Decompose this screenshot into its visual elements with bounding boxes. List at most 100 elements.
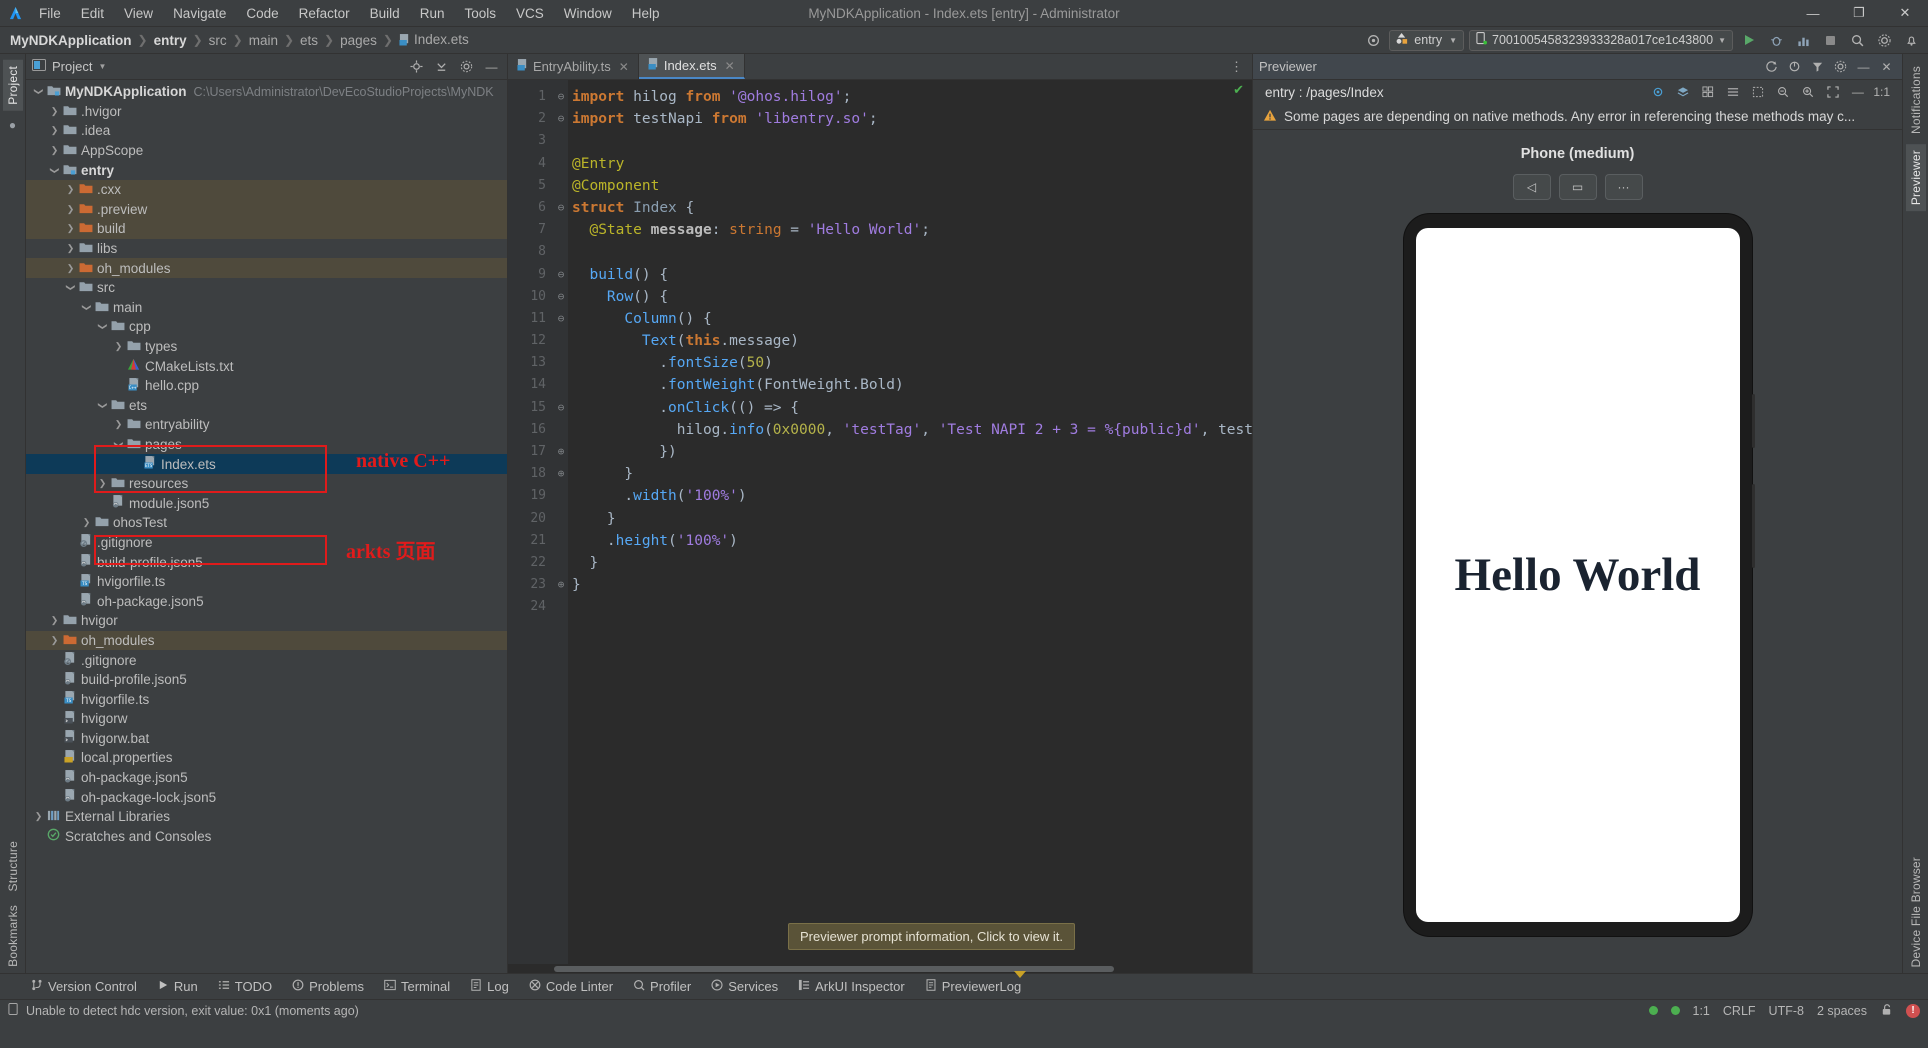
chevron-right-icon[interactable]: ❯ <box>64 263 77 274</box>
bottom-tool-bar[interactable]: Version Control Run TODO Problems Terminal Lo… <box>0 971 1928 999</box>
select-icon[interactable] <box>1748 83 1767 102</box>
chevron-right-icon[interactable]: ❯ <box>96 478 109 489</box>
list-icon[interactable] <box>1723 83 1742 102</box>
sidebar-tab-previewer[interactable]: Previewer <box>1905 143 1926 212</box>
tree-item-hvigorfile-ts[interactable]: TS hvigorfile.ts <box>26 572 507 592</box>
sidebar-tab-bookmarks[interactable]: Bookmarks <box>3 899 23 973</box>
zoom-in-icon[interactable] <box>1798 83 1817 102</box>
menu-item-help[interactable]: Help <box>623 3 669 24</box>
close-icon[interactable]: ✕ <box>725 59 735 73</box>
code-line[interactable]: } <box>568 508 1252 530</box>
code-line[interactable]: } <box>568 463 1252 485</box>
menu-item-view[interactable]: View <box>115 3 162 24</box>
chevron-right-icon[interactable]: ❯ <box>48 635 61 646</box>
layers-icon[interactable] <box>1673 83 1692 102</box>
chevron-down-icon[interactable]: ❯ <box>65 281 76 294</box>
chevron-down-icon[interactable]: ❯ <box>33 85 44 98</box>
bottom-tab-run[interactable]: Run <box>148 977 207 996</box>
tree-item--cxx[interactable]: ❯ .cxx <box>26 179 507 200</box>
minimize-icon[interactable]: — <box>1854 57 1873 76</box>
chevron-down-icon[interactable]: ❯ <box>49 164 60 177</box>
bottom-tab-arkui-inspector[interactable]: ArkUI Inspector <box>789 977 914 996</box>
sidebar-tab-structure[interactable]: Structure <box>3 835 23 898</box>
breadcrumb-project[interactable]: MyNDKApplication <box>6 32 136 49</box>
more-button[interactable]: ··· <box>1604 174 1643 200</box>
tree-item-oh-modules[interactable]: ❯ oh_modules <box>26 258 507 278</box>
code-line[interactable]: build() { <box>568 264 1252 286</box>
previewer-prompt-toast[interactable]: Previewer prompt information, Click to v… <box>788 923 1075 950</box>
chevron-right-icon[interactable]: ❯ <box>112 419 125 430</box>
editor-tabs[interactable]: EntryAbility.ts ✕ Index.ets ✕ ⋮ <box>508 54 1252 80</box>
fold-marker[interactable]: ⊕ <box>554 574 568 596</box>
fold-marker[interactable]: ⊖ <box>554 286 568 308</box>
profile-button[interactable] <box>1792 30 1814 51</box>
close-icon[interactable]: ✕ <box>619 60 629 74</box>
tree-item-myndkapplication[interactable]: ❯ MyNDKApplication C:\Users\Administrator\… <box>26 82 507 102</box>
left-tool-strip[interactable]: Project ● Structure Bookmarks <box>0 54 26 973</box>
preview-hello-text[interactable]: Hello World <box>1455 548 1701 602</box>
chevron-right-icon[interactable]: ❯ <box>80 517 93 528</box>
menu-bar[interactable]: File Edit View Navigate Code Refactor Bu… <box>30 3 669 24</box>
chevron-right-icon[interactable]: ❯ <box>64 204 77 215</box>
sidebar-tab-project[interactable]: Project <box>2 60 23 111</box>
tree-item-hvigorw-bat[interactable]: hvigorw.bat <box>26 729 507 749</box>
code-line[interactable]: import hilog from '@ohos.hilog'; <box>568 86 1252 108</box>
tab-entryability[interactable]: EntryAbility.ts ✕ <box>508 54 639 79</box>
tree-item-module-json5[interactable]: module.json5 <box>26 493 507 513</box>
chevron-right-icon[interactable]: ❯ <box>48 125 61 136</box>
code-line[interactable]: @State message: string = 'Hello World'; <box>568 219 1252 241</box>
menu-item-run[interactable]: Run <box>411 3 454 24</box>
device-selector[interactable]: 7001005458323933328a017ce1c43800 ▼ <box>1469 29 1733 51</box>
breadcrumb-entry[interactable]: entry <box>150 32 191 49</box>
tree-item-scratches-and-consoles[interactable]: Scratches and Consoles <box>26 827 507 847</box>
bell-icon[interactable] <box>1900 30 1922 51</box>
project-tree[interactable]: ❯ MyNDKApplication C:\Users\Administrator\… <box>26 80 507 973</box>
sidebar-tab-notifications[interactable]: Notifications <box>1906 60 1926 140</box>
code-line[interactable] <box>568 241 1252 263</box>
code-line[interactable]: }) <box>568 441 1252 463</box>
code-line[interactable] <box>568 130 1252 152</box>
chevron-down-icon[interactable]: ▼ <box>98 62 106 71</box>
menu-item-navigate[interactable]: Navigate <box>164 3 235 24</box>
bottom-tab-todo[interactable]: TODO <box>209 977 281 996</box>
code-line[interactable]: } <box>568 552 1252 574</box>
fit-icon[interactable] <box>1823 83 1842 102</box>
rotate-icon[interactable] <box>1785 57 1804 76</box>
main-toolbar[interactable]: entry ▼ 7001005458323933328a017ce1c43800… <box>1362 29 1928 51</box>
bottom-tab-problems[interactable]: Problems <box>283 977 373 996</box>
target-icon[interactable] <box>1362 30 1384 51</box>
tree-item--preview[interactable]: ❯ .preview <box>26 199 507 220</box>
source-code[interactable]: import hilog from '@ohos.hilog'; import t… <box>568 80 1252 964</box>
inspection-status-icon[interactable]: ✔ <box>1233 82 1244 98</box>
tree-item-entryability[interactable]: ❯ entryability <box>26 415 507 435</box>
menu-item-build[interactable]: Build <box>361 3 409 24</box>
bottom-tab-terminal[interactable]: Terminal <box>375 977 459 996</box>
menu-item-window[interactable]: Window <box>555 3 621 24</box>
maximize-button[interactable]: ❐ <box>1836 0 1882 27</box>
tree-item-hvigor[interactable]: ❯ hvigor <box>26 611 507 631</box>
tree-item-build-profile-json5[interactable]: build-profile.json5 <box>26 670 507 690</box>
menu-item-tools[interactable]: Tools <box>455 3 505 24</box>
fold-marker[interactable]: ⊖ <box>554 397 568 419</box>
tree-item-main[interactable]: ❯ main <box>26 298 507 318</box>
tree-item--idea[interactable]: ❯ .idea <box>26 121 507 141</box>
tree-item-oh-modules[interactable]: ❯ oh_modules <box>26 630 507 651</box>
line-separator[interactable]: CRLF <box>1723 1004 1756 1018</box>
stop-button[interactable] <box>1819 30 1841 51</box>
fold-marker[interactable]: ⊖ <box>554 264 568 286</box>
close-icon[interactable]: ✕ <box>1877 57 1896 76</box>
tree-item-ets[interactable]: ❯ ets <box>26 396 507 416</box>
tree-item-oh-package-json5[interactable]: oh-package.json5 <box>26 591 507 611</box>
chevron-right-icon[interactable]: ❯ <box>112 341 125 352</box>
indent-setting[interactable]: 2 spaces <box>1817 1004 1867 1018</box>
code-line[interactable]: .fontSize(50) <box>568 352 1252 374</box>
tree-item-local-properties[interactable]: local.properties <box>26 748 507 768</box>
tree-item-hello-cpp[interactable]: C++ hello.cpp <box>26 376 507 396</box>
right-tool-strip[interactable]: Notifications Previewer Device File Brow… <box>1902 54 1928 973</box>
editor-options-icon[interactable]: ⋮ <box>1221 54 1252 79</box>
tree-item-cpp[interactable]: ❯ cpp <box>26 317 507 337</box>
window-controls[interactable]: — ❐ ✕ <box>1790 0 1928 26</box>
menu-item-refactor[interactable]: Refactor <box>290 3 359 24</box>
code-folding-column[interactable]: ⊖ ⊖ ⊖ ⊖ ⊖ ⊖ ⊖ ⊕ ⊕ ⊕ <box>554 80 568 964</box>
phone-preview-frame[interactable]: Hello World <box>1403 214 1755 936</box>
